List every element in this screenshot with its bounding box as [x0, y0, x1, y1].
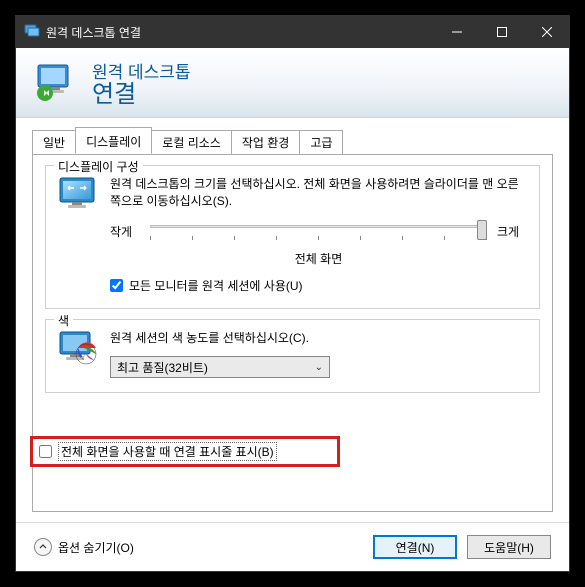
tab-display[interactable]: 디스플레이	[75, 127, 152, 154]
help-button[interactable]: 도움말(H)	[467, 535, 551, 559]
options-toggle-label: 옵션 숨기기(O)	[58, 539, 134, 556]
chevron-up-icon	[34, 538, 52, 556]
display-config-group: 디스플레이 구성 원격 데스크	[45, 165, 540, 309]
color-palette-icon	[58, 330, 98, 379]
slider-label-small: 작게	[110, 223, 140, 240]
minimize-button[interactable]	[434, 16, 479, 48]
color-legend: 색	[54, 312, 73, 329]
slider-thumb[interactable]	[477, 220, 487, 240]
tabpanel-display: 디스플레이 구성 원격 데스크	[32, 154, 553, 512]
rdp-window: 원격 데스크톱 연결 원격 데스	[15, 15, 570, 572]
titlebar: 원격 데스크톱 연결	[16, 16, 569, 48]
all-monitors-checkbox[interactable]	[110, 279, 123, 292]
connect-button[interactable]: 연결(N)	[373, 535, 457, 559]
header-title: 연결	[92, 83, 191, 107]
chevron-down-icon: ⌄	[315, 362, 323, 373]
tab-advanced[interactable]: 고급	[299, 130, 343, 155]
monitor-size-icon	[58, 176, 98, 294]
dialog-footer: 옵션 숨기기(O) 연결(N) 도움말(H)	[16, 522, 569, 571]
tab-local-resources[interactable]: 로컬 리소스	[151, 130, 232, 155]
display-size-description: 원격 데스크톱의 크기를 선택하십시오. 전체 화면을 사용하려면 슬라이더를 …	[110, 176, 527, 210]
tab-experience[interactable]: 작업 환경	[231, 130, 301, 155]
all-monitors-label: 모든 모니터를 원격 세션에 사용(U)	[129, 277, 303, 294]
options-toggle[interactable]: 옵션 숨기기(O)	[34, 538, 134, 556]
dialog-header: 원격 데스크톱 연결	[16, 48, 569, 118]
highlight-annotation: 전체 화면을 사용할 때 연결 표시줄 표시(B)	[30, 436, 340, 467]
color-depth-combo[interactable]: 최고 품질(32비트) ⌄	[110, 356, 330, 378]
content-area: 일반 디스플레이 로컬 리소스 작업 환경 고급 디스플레이 구성	[16, 118, 569, 522]
tab-general[interactable]: 일반	[32, 130, 76, 155]
slider-label-large: 크게	[497, 223, 527, 240]
connection-bar-checkbox[interactable]	[39, 445, 52, 458]
header-text: 원격 데스크톱 연결	[92, 58, 191, 107]
color-group: 색	[45, 319, 540, 394]
window-title: 원격 데스크톱 연결	[46, 24, 434, 41]
color-description: 원격 세션의 색 농도를 선택하십시오(C).	[110, 330, 527, 347]
rdp-app-icon	[24, 24, 40, 40]
rdp-header-icon	[34, 61, 78, 105]
maximize-button[interactable]	[479, 16, 524, 48]
header-subtitle: 원격 데스크톱	[92, 58, 191, 83]
display-config-legend: 디스플레이 구성	[54, 158, 143, 175]
display-size-slider[interactable]	[150, 220, 487, 244]
tab-strip: 일반 디스플레이 로컬 리소스 작업 환경 고급	[32, 132, 553, 154]
connection-bar-label: 전체 화면을 사용할 때 연결 표시줄 표시(B)	[58, 442, 277, 461]
color-depth-value: 최고 품질(32비트)	[117, 359, 208, 376]
slider-value-label: 전체 화면	[110, 250, 527, 267]
close-button[interactable]	[524, 16, 569, 48]
